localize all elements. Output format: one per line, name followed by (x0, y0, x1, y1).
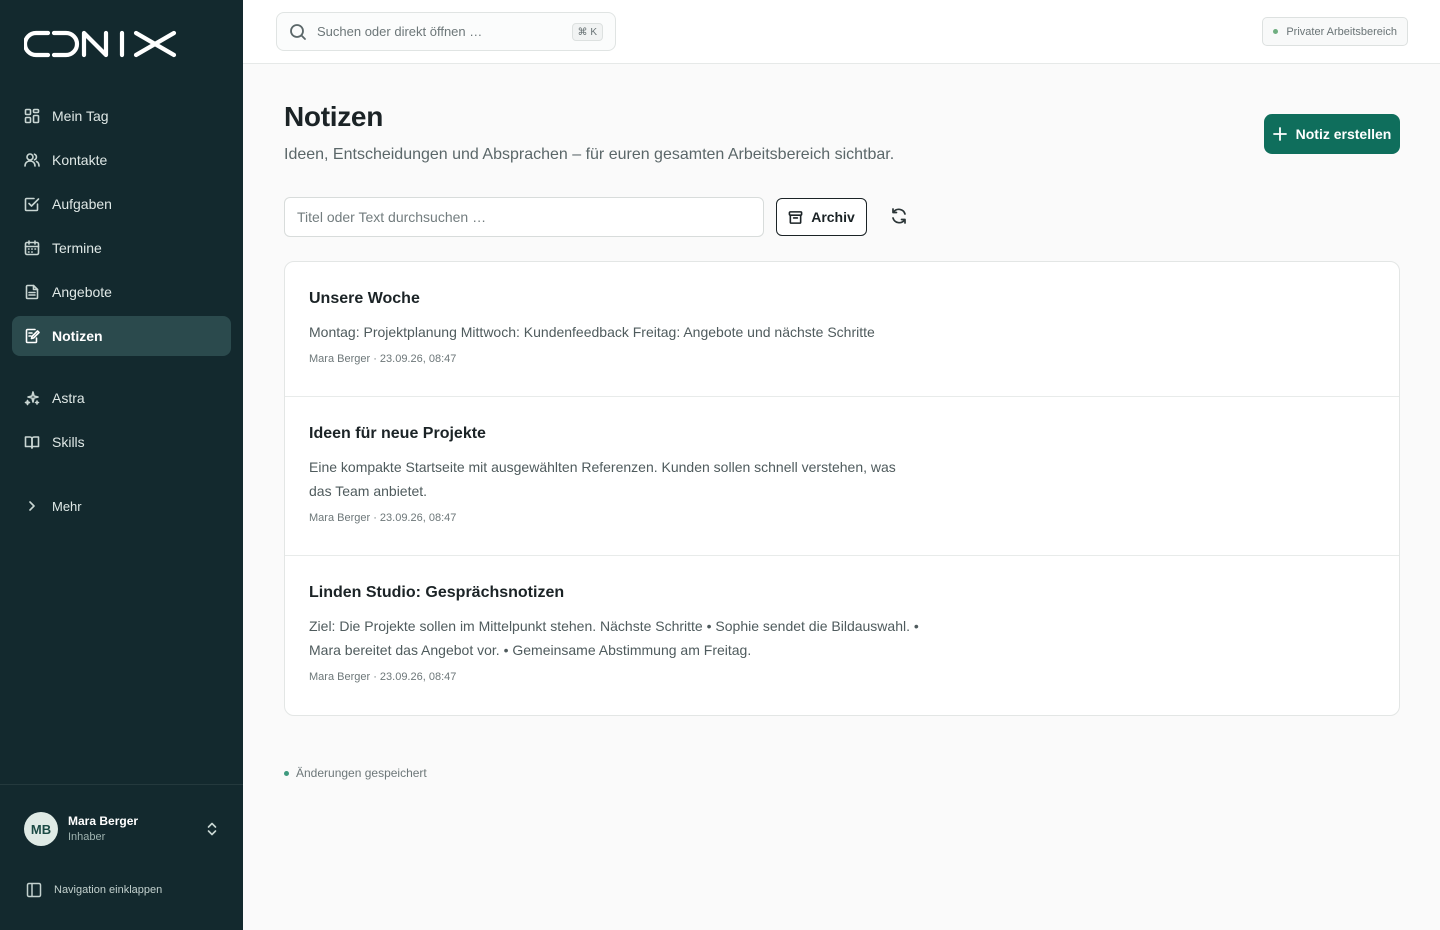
note-title: Ideen für neue Projekte (309, 425, 486, 442)
refresh-button[interactable] (889, 207, 909, 227)
user-info: Mara Berger Inhaber (68, 813, 138, 844)
document-icon (24, 284, 40, 300)
sidebar-item-aufgaben[interactable]: Aufgaben (12, 184, 231, 224)
note-item[interactable]: Unsere Woche Montag: Projektplanung Mitt… (285, 262, 1399, 397)
user-name: Mara Berger (68, 814, 139, 829)
chevron-right-icon (24, 498, 40, 514)
shortcut-badge: ⌘ K (571, 23, 603, 41)
sidebar-item-notizen[interactable]: Notizen (12, 316, 231, 356)
note-body: Ziel: Die Projekte sollen im Mittelpunkt… (309, 618, 919, 658)
sidebar-item-label: Kontakte (52, 152, 108, 168)
book-icon (24, 434, 40, 450)
sidebar-item-label: Astra (52, 390, 85, 406)
note-title: Unsere Woche (309, 290, 420, 307)
archive-label: Archiv (811, 209, 855, 225)
sidebar: Mein Tag Kontakte Aufgaben Termine Angeb… (0, 0, 243, 930)
notes-search-input[interactable] (284, 197, 764, 237)
sidebar-item-label: Notizen (52, 328, 103, 344)
page-subtitle: Ideen, Entscheidungen und Absprachen – f… (284, 146, 895, 163)
sidebar-more-toggle[interactable]: Mehr (12, 486, 231, 526)
workspace-label: Privater Arbeitsbereich (1286, 25, 1397, 38)
global-search-input[interactable] (317, 24, 557, 39)
note-item[interactable]: Ideen für neue Projekte Eine kompakte St… (285, 397, 1399, 556)
workspace-status-dot (1273, 29, 1279, 34)
sidebar-item-label: Termine (52, 240, 102, 256)
chevron-up-down-icon[interactable] (205, 821, 219, 837)
sidebar-item-termine[interactable]: Termine (12, 228, 231, 268)
sidebar-panel-icon (26, 882, 42, 898)
sidebar-item-label: Angebote (52, 284, 112, 300)
sidebar-item-skills[interactable]: Skills (12, 422, 231, 462)
collapse-navigation-button[interactable]: Navigation einklappen (26, 882, 162, 898)
global-search[interactable]: ⌘ K (276, 12, 616, 51)
workspace-badge[interactable]: Privater Arbeitsbereich (1262, 17, 1408, 46)
sidebar-item-astra[interactable]: Astra (12, 378, 231, 418)
create-note-button[interactable]: Notiz erstellen (1264, 114, 1400, 154)
sidebar-item-label: Aufgaben (52, 196, 112, 212)
notes-list: Unsere Woche Montag: Projektplanung Mitt… (284, 261, 1400, 716)
plus-icon (1272, 127, 1287, 141)
sidebar-item-label: Mein Tag (52, 108, 109, 124)
user-role: Inhaber (68, 830, 106, 843)
users-icon (24, 152, 40, 168)
create-note-label: Notiz erstellen (1295, 126, 1392, 142)
note-body: Eine kompakte Startseite mit ausgewählte… (309, 459, 896, 499)
note-meta: Mara Berger · 23.09.26, 08:47 (309, 353, 457, 365)
sidebar-divider (0, 784, 243, 785)
sidebar-item-kontakte[interactable]: Kontakte (12, 140, 231, 180)
page-title: Notizen (284, 101, 384, 132)
note-edit-icon (24, 328, 40, 344)
main-content: Notizen Ideen, Entscheidungen und Abspra… (243, 64, 1440, 930)
save-status-label: Änderungen gespeichert (296, 766, 427, 780)
sidebar-more-label: Mehr (52, 498, 82, 514)
archive-icon (788, 210, 803, 224)
sidebar-item-angebote[interactable]: Angebote (12, 272, 231, 312)
sidebar-item-label: Skills (52, 434, 85, 450)
refresh-icon (892, 208, 906, 224)
note-meta: Mara Berger · 23.09.26, 08:47 (309, 512, 457, 524)
topbar: ⌘ K Privater Arbeitsbereich (243, 0, 1440, 64)
note-body: Montag: Projektplanung Mittwoch: Kundenf… (309, 324, 875, 340)
note-title: Linden Studio: Gesprächsnotizen (309, 584, 565, 601)
dashboard-icon (24, 108, 40, 124)
sparkles-icon (24, 390, 40, 406)
onix-logo[interactable] (24, 29, 178, 59)
calendar-icon (24, 240, 40, 256)
sidebar-item-mein-tag[interactable]: Mein Tag (12, 96, 231, 136)
user-menu[interactable]: MB Mara Berger Inhaber (24, 810, 219, 848)
collapse-navigation-label: Navigation einklappen (54, 884, 163, 896)
note-item[interactable]: Linden Studio: Gesprächsnotizen Ziel: Di… (285, 556, 1399, 715)
note-meta: Mara Berger · 23.09.26, 08:47 (309, 671, 457, 683)
save-status-dot (284, 770, 289, 776)
avatar: MB (24, 812, 58, 846)
save-status: Änderungen gespeichert (284, 766, 427, 780)
checkbox-icon (24, 196, 40, 212)
archive-button[interactable]: Archiv (776, 198, 867, 236)
search-icon (290, 23, 306, 40)
